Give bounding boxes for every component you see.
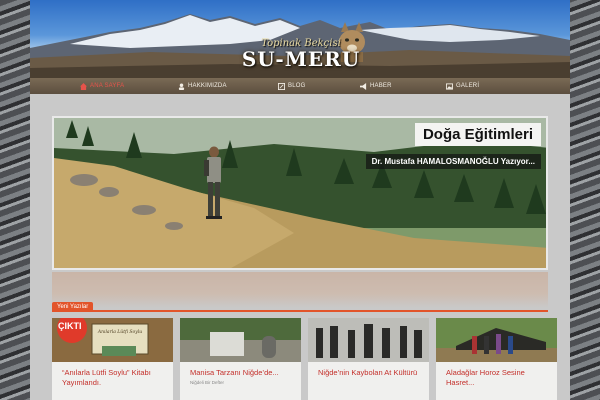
- hero-subtitle: Dr. Mustafa HAMALOSMANOĞLU Yazıyor...: [365, 154, 541, 169]
- post-thumbnail[interactable]: [436, 318, 557, 362]
- image-icon: [446, 82, 453, 90]
- post-card[interactable]: Niğde’nin Kaybolan At Kültürü: [308, 318, 429, 400]
- nav-item-gallery[interactable]: GALERİ: [446, 78, 479, 94]
- post-thumbnail[interactable]: ÇIKTI Anılarla Lütfi Soylu: [52, 318, 173, 362]
- main-content: Doğa Eğitimleri Dr. Mustafa HAMALOSMANOĞ…: [30, 94, 570, 400]
- user-icon: [178, 82, 185, 90]
- page-container: Topinak Bekçisi SU-MERU ANA SAYFA HAKKIM…: [30, 0, 570, 400]
- nav-item-label: HAKKIMIZDA: [188, 83, 227, 89]
- latest-posts: ÇIKTI Anılarla Lütfi Soylu “Anılarla Lüt…: [52, 318, 557, 400]
- post-title[interactable]: Manisa Tarzanı Niğde’de...: [180, 362, 301, 378]
- post-meta: Niğdeli Bir Defter: [190, 380, 225, 385]
- hero-slider[interactable]: Doğa Eğitimleri Dr. Mustafa HAMALOSMANOĞ…: [52, 116, 548, 270]
- post-title[interactable]: Niğde’nin Kaybolan At Kültürü: [308, 362, 429, 378]
- nav-item-news[interactable]: HABER: [360, 78, 392, 94]
- post-card[interactable]: Manisa Tarzanı Niğde’de... Niğdeli Bir D…: [180, 318, 301, 400]
- main-nav: ANA SAYFA HAKKIMIZDA BLOG HABER GALERİ: [30, 78, 570, 94]
- nav-item-label: HABER: [370, 83, 392, 89]
- edit-icon: [278, 82, 285, 90]
- post-thumbnail[interactable]: [308, 318, 429, 362]
- nav-item-label: BLOG: [288, 83, 306, 89]
- post-title[interactable]: “Anılarla Lütfi Soylu” Kitabı Yayımlandı…: [52, 362, 173, 388]
- megaphone-icon: [360, 82, 367, 90]
- nav-item-home[interactable]: ANA SAYFA: [80, 78, 124, 94]
- site-logo[interactable]: Topinak Bekçisi SU-MERU: [236, 38, 366, 69]
- nav-item-blog[interactable]: BLOG: [278, 78, 305, 94]
- home-icon: [80, 82, 87, 90]
- site-header: Topinak Bekçisi SU-MERU: [30, 0, 570, 78]
- nav-item-label: GALERİ: [456, 83, 480, 89]
- section-divider: [52, 310, 548, 312]
- nav-item-about[interactable]: HAKKIMIZDA: [178, 78, 227, 94]
- post-title[interactable]: Aladağlar Horoz Sesine Hasret...: [436, 362, 557, 388]
- book-sign-text: Anılarla Lütfi Soylu: [97, 330, 143, 335]
- post-thumbnail[interactable]: [180, 318, 301, 362]
- post-card[interactable]: Aladağlar Horoz Sesine Hasret...: [436, 318, 557, 400]
- slider-reflection: [52, 272, 548, 308]
- nav-item-label: ANA SAYFA: [90, 83, 125, 89]
- post-card[interactable]: ÇIKTI Anılarla Lütfi Soylu “Anılarla Lüt…: [52, 318, 173, 400]
- hero-title: Doğa Eğitimleri: [414, 123, 541, 146]
- released-badge: ÇIKTI: [58, 321, 82, 331]
- logo-wordmark: SU-MERU: [241, 47, 361, 71]
